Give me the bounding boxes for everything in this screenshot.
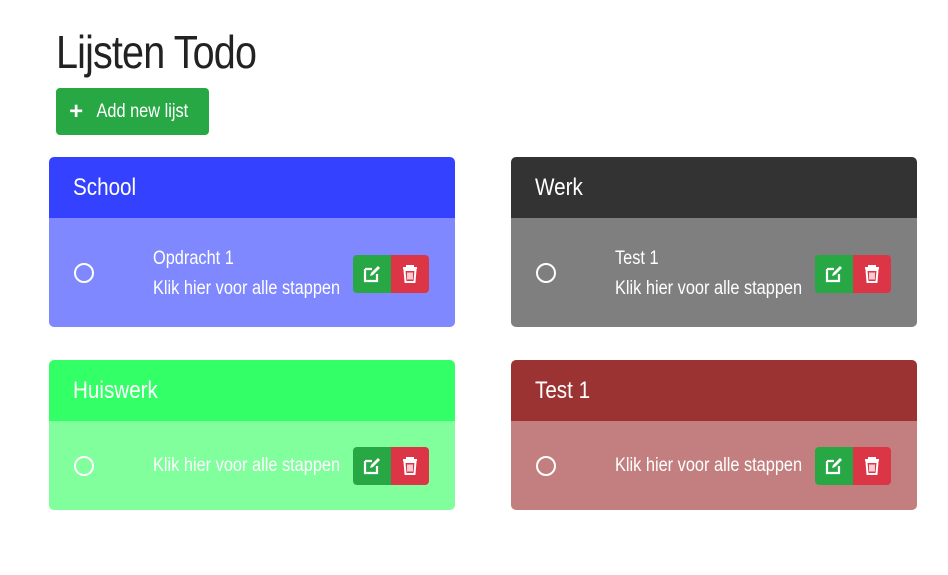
list-item-link[interactable]: Klik hier voor alle stappen — [153, 274, 340, 304]
list-card-body: Klik hier voor alle stappen — [49, 421, 455, 510]
list-card-body: Test 1 Klik hier voor alle stappen — [511, 218, 917, 327]
list-item-text[interactable]: Test 1 Klik hier voor alle stappen — [615, 244, 833, 304]
list-item-actions — [353, 255, 429, 293]
list-card-header[interactable]: Test 1 — [511, 360, 917, 421]
edit-button[interactable] — [353, 255, 391, 293]
list-card-huiswerk: Huiswerk Klik hier voor alle stappen — [49, 360, 455, 510]
list-title: Test 1 — [535, 376, 591, 404]
delete-button[interactable] — [391, 447, 429, 485]
edit-icon — [363, 458, 380, 475]
edit-button[interactable] — [815, 447, 853, 485]
add-new-list-button[interactable]: + Add new lijst — [56, 88, 209, 135]
delete-button[interactable] — [853, 255, 891, 293]
trash-icon — [865, 265, 879, 283]
circle-icon[interactable] — [74, 456, 94, 476]
trash-icon — [403, 457, 417, 475]
add-new-list-label: Add new lijst — [96, 100, 189, 122]
list-title: Huiswerk — [73, 376, 158, 404]
list-item-link[interactable]: Klik hier voor alle stappen — [615, 451, 802, 481]
list-item-link[interactable]: Klik hier voor alle stappen — [615, 274, 802, 304]
list-item-title: Test 1 — [615, 248, 659, 269]
circle-icon[interactable] — [536, 456, 556, 476]
trash-icon — [403, 265, 417, 283]
list-item-text[interactable]: Klik hier voor alle stappen — [615, 451, 833, 481]
list-card-header[interactable]: School — [49, 157, 455, 218]
list-title: Werk — [535, 173, 583, 201]
list-card-header[interactable]: Huiswerk — [49, 360, 455, 421]
plus-icon: + — [69, 97, 84, 125]
delete-button[interactable] — [853, 447, 891, 485]
edit-icon — [363, 266, 380, 283]
list-item-actions — [815, 255, 891, 293]
edit-button[interactable] — [353, 447, 391, 485]
list-card-werk: Werk Test 1 Klik hier voor alle stappen — [511, 157, 917, 327]
circle-icon[interactable] — [74, 263, 94, 283]
page-title: Lijsten Todo — [56, 26, 257, 78]
list-card-school: School Opdracht 1 Klik hier voor alle st… — [49, 157, 455, 327]
delete-button[interactable] — [391, 255, 429, 293]
list-card-body: Opdracht 1 Klik hier voor alle stappen — [49, 218, 455, 327]
edit-icon — [825, 266, 842, 283]
edit-icon — [825, 458, 842, 475]
list-item-link[interactable]: Klik hier voor alle stappen — [153, 451, 340, 481]
circle-icon[interactable] — [536, 263, 556, 283]
list-item-actions — [353, 447, 429, 485]
list-title: School — [73, 173, 137, 201]
list-item-title: Opdracht 1 — [153, 248, 234, 269]
edit-button[interactable] — [815, 255, 853, 293]
trash-icon — [865, 457, 879, 475]
list-item-text[interactable]: Klik hier voor alle stappen — [153, 451, 371, 481]
list-item-actions — [815, 447, 891, 485]
list-item-text[interactable]: Opdracht 1 Klik hier voor alle stappen — [153, 244, 371, 304]
list-card-header[interactable]: Werk — [511, 157, 917, 218]
list-card-body: Klik hier voor alle stappen — [511, 421, 917, 510]
list-card-test-1: Test 1 Klik hier voor alle stappen — [511, 360, 917, 510]
